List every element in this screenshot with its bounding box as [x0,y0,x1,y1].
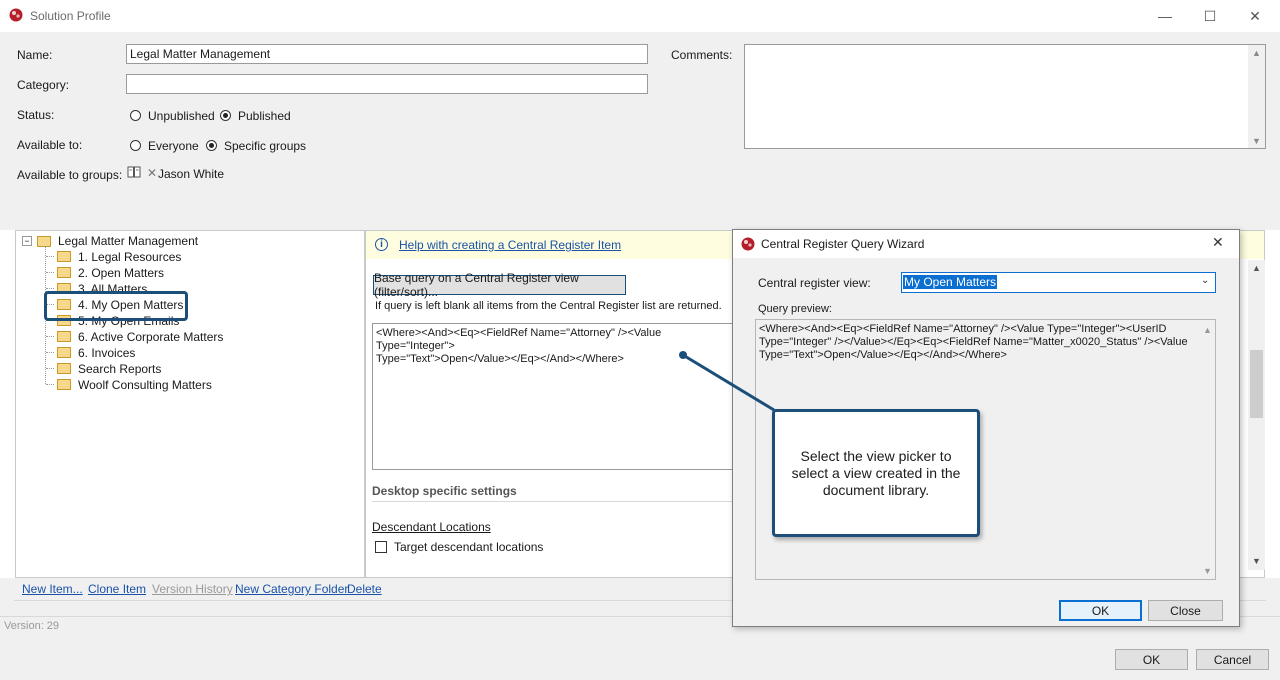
callout-connector [679,351,775,412]
callout-box: Select the view picker to select a view … [772,409,980,537]
